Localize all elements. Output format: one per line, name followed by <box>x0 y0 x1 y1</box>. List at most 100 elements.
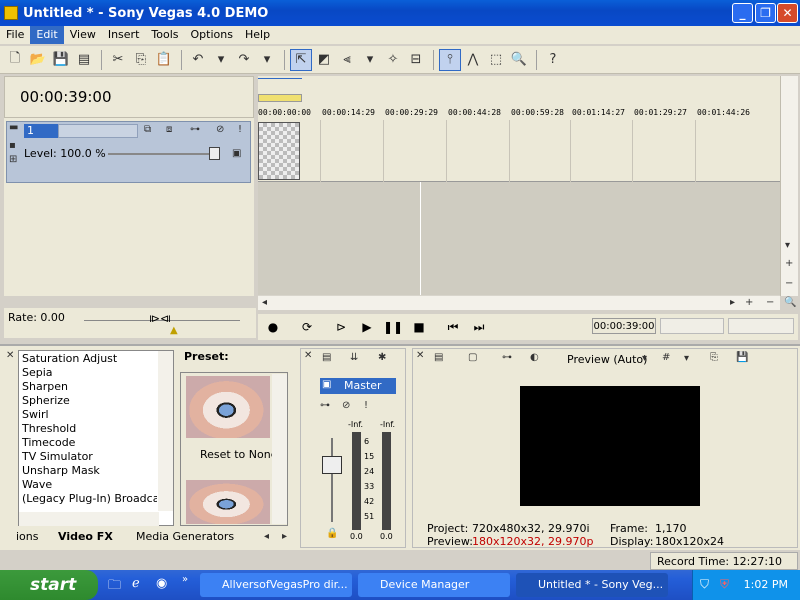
preset-reset-to-none[interactable]: Reset to None <box>200 448 277 461</box>
menu-view[interactable]: View <box>64 26 102 44</box>
fx-list-item[interactable]: Swirl <box>22 408 49 421</box>
copy-snapshot-icon[interactable]: ⎘ <box>710 352 718 363</box>
menu-file[interactable]: File <box>0 26 30 44</box>
tab-video-fx[interactable]: Video FX <box>58 530 113 543</box>
overlays-dropdown-icon[interactable]: ▾ <box>684 353 689 364</box>
taskbar-task-vegas[interactable]: Untitled * - Sony Veg... <box>516 573 668 597</box>
envelope-edit-icon[interactable]: ⋀ <box>462 49 484 71</box>
preview-properties-icon[interactable]: ▤ <box>434 352 443 363</box>
chrome-icon[interactable]: ◉ <box>156 576 167 591</box>
save-icon[interactable]: 💾 <box>50 49 72 71</box>
fx-list-item[interactable]: Sharpen <box>22 380 68 393</box>
quicklaunch-more-icon[interactable]: » <box>182 574 188 585</box>
mixer-close-icon[interactable]: ✕ <box>304 350 312 361</box>
play-icon[interactable]: ▶ <box>358 318 376 336</box>
zoom-in-track-icon[interactable]: + <box>785 258 793 269</box>
track-composite-icon[interactable]: ⊞ <box>9 154 17 165</box>
taskbar-task-device-manager[interactable]: Device Manager <box>358 573 510 597</box>
close-button[interactable]: ✕ <box>777 3 798 23</box>
go-to-end-icon[interactable]: ⏭ <box>470 318 488 336</box>
master-fx-icon[interactable]: ⊶ <box>320 400 330 411</box>
security-tray-icon[interactable]: ⛨ <box>720 577 729 592</box>
external-monitor-icon[interactable]: ▢ <box>468 352 477 363</box>
mixer-properties-icon[interactable]: ▤ <box>322 352 331 363</box>
menu-insert[interactable]: Insert <box>102 26 146 44</box>
edit-tool-icon[interactable]: ⫯ <box>439 48 461 71</box>
quality-dropdown-arrow-icon[interactable]: ▾ <box>642 353 647 364</box>
loop-region-bar[interactable] <box>258 78 302 79</box>
go-to-start-icon[interactable]: ⏮ <box>444 318 462 336</box>
track-fx-icon[interactable]: ⊶ <box>190 124 200 135</box>
tab-scroll-right-icon[interactable]: ▸ <box>282 531 287 542</box>
lock-icon[interactable]: 🔒 <box>326 528 338 539</box>
composite-mode-icon[interactable]: ▣ <box>232 148 241 159</box>
master-solo-icon[interactable]: ! <box>364 400 368 411</box>
fx-list-item[interactable]: TV Simulator <box>22 450 93 463</box>
level-slider-handle[interactable] <box>209 147 220 160</box>
snapping-icon[interactable]: ⫷ <box>336 49 358 71</box>
expand-track-icon[interactable]: ▪ <box>9 140 16 151</box>
record-icon[interactable]: ● <box>264 318 282 336</box>
zoom-out-track-icon[interactable]: − <box>785 278 793 289</box>
fx-list-item[interactable]: Threshold <box>22 422 76 435</box>
master-fader-handle[interactable] <box>322 456 342 474</box>
properties-icon[interactable]: ▤ <box>73 49 95 71</box>
downmix-icon[interactable]: ⇊ <box>350 352 358 363</box>
stop-icon[interactable]: ■ <box>410 318 428 336</box>
auto-ripple-icon[interactable]: ⊟ <box>405 49 427 71</box>
scroll-down-icon[interactable]: ▾ <box>785 240 790 251</box>
track-name-field[interactable] <box>58 124 138 138</box>
snapping-dropdown-icon[interactable]: ▾ <box>359 49 381 71</box>
tab-scroll-left-icon[interactable]: ◂ <box>264 531 269 542</box>
timeline-horizontal-scrollbar[interactable] <box>258 296 780 310</box>
loop-playback-icon[interactable]: ⟳ <box>298 318 316 336</box>
tab-media-generators[interactable]: Media Generators <box>136 530 234 543</box>
redo-dropdown-icon[interactable]: ▾ <box>256 49 278 71</box>
zoom-tool-small-icon[interactable]: 🔍 <box>784 297 796 308</box>
fx-list-item[interactable]: Sepia <box>22 366 53 379</box>
internet-explorer-icon[interactable]: ℯ <box>132 576 140 591</box>
fx-list-horizontal-scrollbar[interactable] <box>19 512 159 526</box>
copy-icon[interactable]: ⎘ <box>130 49 152 71</box>
network-tray-icon[interactable]: ⛉ <box>700 577 709 592</box>
overlays-icon[interactable]: # <box>662 352 670 363</box>
zoom-tool-icon[interactable]: 🔍 <box>508 49 530 71</box>
menu-help[interactable]: Help <box>239 26 276 44</box>
split-screen-icon[interactable]: ◐ <box>530 352 539 363</box>
redo-icon[interactable]: ↷ <box>233 49 255 71</box>
dim-output-icon[interactable]: ✱ <box>378 352 386 363</box>
preview-close-icon[interactable]: ✕ <box>416 350 424 361</box>
minimize-track-icon[interactable]: ▬ <box>9 122 18 133</box>
whats-this-help-icon[interactable]: ? <box>542 49 564 71</box>
menu-options[interactable]: Options <box>185 26 239 44</box>
bypass-motion-blur-icon[interactable]: ⧉ <box>144 124 151 135</box>
undo-icon[interactable]: ↶ <box>187 49 209 71</box>
tab-transitions[interactable]: ions <box>16 530 39 543</box>
level-slider-track[interactable] <box>108 153 218 155</box>
dock-close-icon[interactable]: ✕ <box>6 350 14 361</box>
new-icon[interactable]: 🗋 <box>4 49 26 71</box>
taskbar-task-folder[interactable]: AllversofVegasPro dir... <box>200 573 352 597</box>
maximize-button[interactable]: ❐ <box>755 3 776 23</box>
pause-icon[interactable]: ❚❚ <box>383 318 403 336</box>
fx-list-item[interactable]: Wave <box>22 478 52 491</box>
minimize-button[interactable]: _ <box>732 3 753 23</box>
menu-edit[interactable]: Edit <box>30 26 64 44</box>
preset-thumbnail-eye[interactable] <box>186 480 270 524</box>
mute-icon[interactable]: ⊘ <box>216 124 224 135</box>
preview-quality-dropdown[interactable]: Preview (Auto) <box>567 353 647 366</box>
show-desktop-icon[interactable]: 🗀 <box>108 576 121 598</box>
envelope-tool-icon[interactable]: ◩ <box>313 49 335 71</box>
preset-thumbnail-eye[interactable] <box>186 376 270 438</box>
rate-slider-handle-icon[interactable]: ⧐⧏ <box>149 312 171 325</box>
master-fader-track[interactable] <box>331 438 333 522</box>
master-mute-icon[interactable]: ⊘ <box>342 400 350 411</box>
zoom-out-time-icon[interactable]: − <box>766 297 774 308</box>
auto-crossfade-icon[interactable]: ✧ <box>382 49 404 71</box>
cut-icon[interactable]: ✂ <box>107 49 129 71</box>
undo-dropdown-icon[interactable]: ▾ <box>210 49 232 71</box>
normal-edit-tool-icon[interactable]: ⇱ <box>290 48 312 71</box>
scroll-right-icon[interactable]: ▸ <box>730 297 735 308</box>
track-motion-icon[interactable]: ⧈ <box>166 124 172 135</box>
loop-region-marker[interactable] <box>258 94 302 102</box>
